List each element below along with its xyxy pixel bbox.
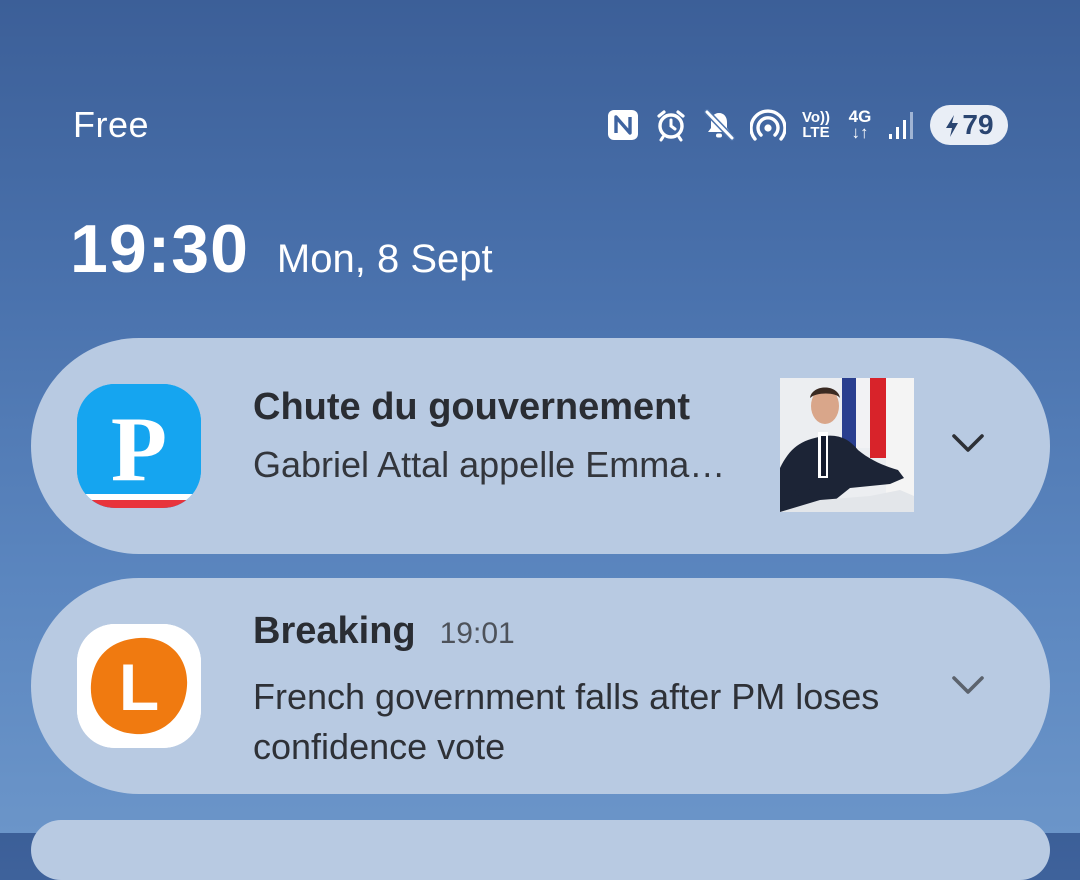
expand-chevron-icon[interactable] — [946, 664, 990, 708]
expand-chevron-icon[interactable] — [946, 422, 990, 466]
lci-app-icon: L — [77, 624, 201, 748]
bolt-icon — [946, 114, 959, 137]
battery-level: 79 — [962, 109, 994, 140]
lockscreen-date: Mon, 8 Sept — [276, 237, 493, 281]
mute-icon — [702, 108, 736, 142]
notification-body: Gabriel Attal appelle Emma… — [253, 444, 726, 485]
notification-body: French government falls after PM loses c… — [253, 676, 880, 767]
notification-header: Breaking 19:01 — [253, 610, 515, 653]
notification-thumbnail — [780, 378, 914, 512]
network-4g-icon: 4G ↓↑ — [848, 107, 872, 142]
lockscreen-time: 19:30 — [70, 211, 249, 287]
signal-icon — [888, 110, 916, 140]
hotspot-icon — [750, 108, 786, 142]
nfc-icon — [606, 108, 640, 142]
battery-charging-icon: 79 — [930, 105, 1008, 145]
lockscreen-clock-row: 19:30 Mon, 8 Sept — [70, 210, 493, 288]
status-icons: Vo)) LTE 4G ↓↑ 79 — [606, 103, 1008, 147]
alarm-icon — [654, 108, 688, 142]
notification-title: Breaking — [253, 610, 416, 652]
notification-card-partial[interactable] — [31, 820, 1050, 880]
notification-title: Chute du gouvernement — [253, 386, 691, 428]
carrier-name: Free — [73, 104, 150, 145]
volte-icon: Vo)) LTE — [801, 109, 831, 141]
parisien-app-icon: P — [77, 384, 201, 508]
notification-card[interactable]: P Chute du gouvernement Gabriel Attal ap… — [31, 338, 1050, 554]
app-letter: L — [119, 650, 159, 724]
notification-card[interactable]: L Breaking 19:01 French government falls … — [31, 578, 1050, 794]
notification-time: 19:01 — [439, 617, 515, 650]
app-letter: P — [111, 398, 167, 500]
